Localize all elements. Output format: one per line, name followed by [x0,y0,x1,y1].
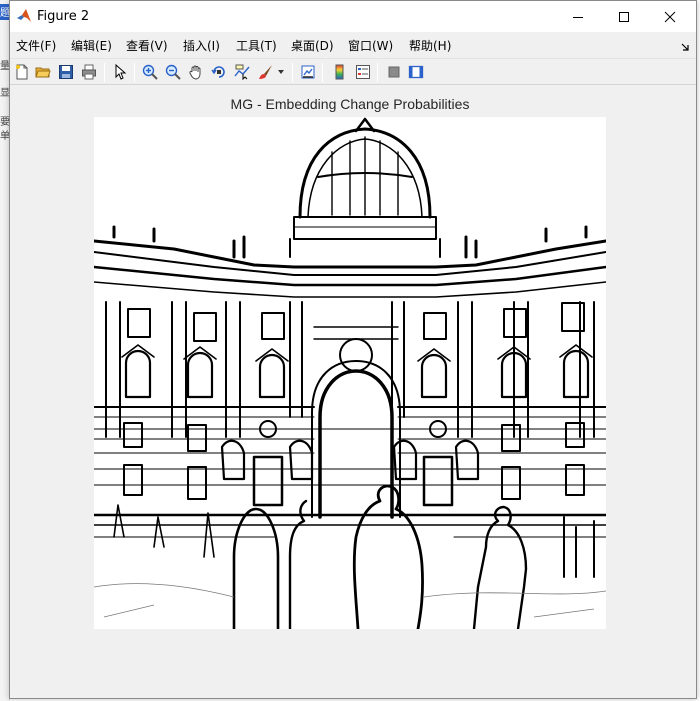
menu-dock-arrow-icon[interactable] [680,39,690,51]
link-plot-icon[interactable] [298,62,318,82]
new-figure-icon[interactable] [12,62,32,82]
toolbar-separator [134,63,135,82]
window-title: Figure 2 [37,9,90,24]
menu-help[interactable]: 帮助(H) [409,37,451,54]
print-icon[interactable] [79,62,99,82]
close-icon [664,11,676,22]
plot-title: MG - Embedding Change Probabilities [230,96,470,112]
menu-edit[interactable]: 编辑(E) [71,37,112,54]
maximize-button[interactable] [601,1,647,32]
rotate-3d-icon[interactable] [209,62,229,82]
figure-canvas[interactable]: MG - Embedding Change Probabilities [10,86,696,698]
matlab-logo-icon [16,8,32,24]
colorbar-icon[interactable] [330,62,350,82]
pointer-icon[interactable] [110,62,130,82]
toolbar-separator [292,63,293,82]
zoom-in-icon[interactable] [140,62,160,82]
menu-view[interactable]: 查看(V) [126,37,168,54]
save-icon[interactable] [56,62,76,82]
maximize-icon [619,11,629,22]
menu-window[interactable]: 窗口(W) [348,37,393,54]
close-button[interactable] [647,1,693,32]
minimize-button[interactable] [555,1,601,32]
title-bar[interactable]: Figure 2 [10,1,696,32]
minimize-icon [573,16,583,18]
show-plot-tools-icon[interactable] [406,62,426,82]
hide-plot-tools-icon[interactable] [384,62,404,82]
menu-desktop[interactable]: 桌面(D) [291,37,334,54]
menu-insert[interactable]: 插入(I) [183,37,220,54]
zoom-out-icon[interactable] [163,62,183,82]
menu-bar: 文件(F) 编辑(E) 查看(V) 插入(I) 工具(T) 桌面(D) 窗口(W… [10,32,696,57]
figure-window: Figure 2 文件(F) 编辑(E) 查看(V) 插入(I) 工具(T) 桌… [9,0,697,699]
legend-icon[interactable] [353,62,373,82]
menu-file[interactable]: 文件(F) [16,37,56,54]
menu-tools[interactable]: 工具(T) [236,37,277,54]
brush-icon[interactable] [256,62,276,82]
image-axes[interactable] [94,117,606,629]
toolbar-separator [104,63,105,82]
toolbar-separator [322,63,323,82]
edge-map-image [94,117,606,629]
data-cursor-icon[interactable] [232,62,252,82]
figure-toolbar [10,58,696,85]
pan-hand-icon[interactable] [186,62,206,82]
open-file-icon[interactable] [33,62,53,82]
brush-dropdown-icon[interactable] [276,62,286,82]
toolbar-separator [377,63,378,82]
